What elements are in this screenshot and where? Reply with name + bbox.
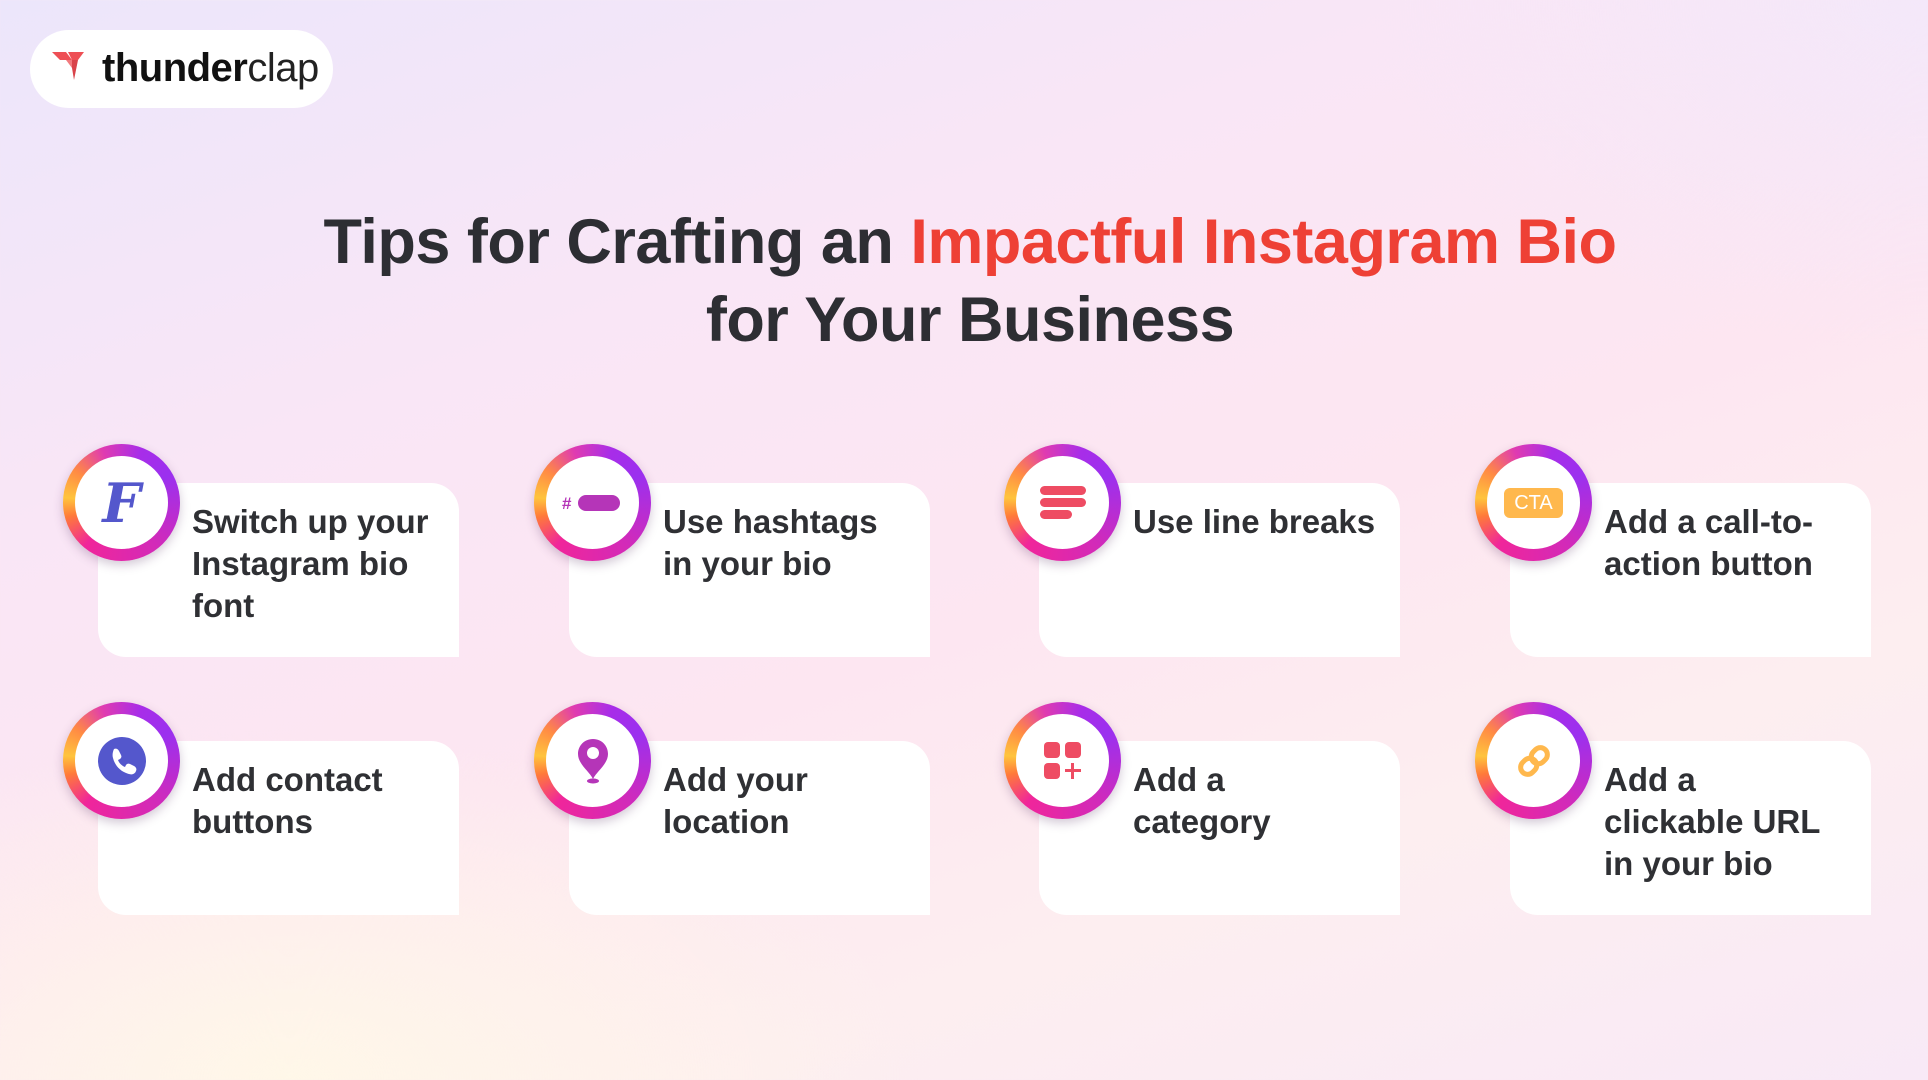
category-grid-icon (1043, 741, 1081, 779)
font-icon: F (102, 470, 141, 535)
svg-text:#: # (562, 494, 572, 513)
tip-icon-badge: F (63, 444, 180, 561)
brand-logo: thunderclap (30, 30, 333, 108)
title-line1-prefix: Tips for Crafting an (323, 207, 911, 277)
phone-icon (97, 736, 146, 785)
thunderclap-logo-icon (52, 52, 84, 80)
title-line2: for Your Business (705, 285, 1235, 355)
brand-name-light: clap (247, 46, 319, 90)
tip-icon-badge (1475, 702, 1592, 819)
tip-label: Use hashtags in your bio (663, 503, 878, 582)
tip-icon-badge (534, 702, 651, 819)
brand-wordmark: thunderclap (102, 44, 319, 92)
tip-label: Add your location (663, 761, 808, 840)
page-title: Tips for Crafting an Impactful Instagram… (0, 203, 1928, 359)
tip-icon-badge: # (534, 444, 651, 561)
link-icon (1517, 744, 1550, 777)
tip-icon-badge: CTA (1475, 444, 1592, 561)
tip-icon-badge (1004, 702, 1121, 819)
title-accent: Impactful Instagram Bio (910, 207, 1617, 277)
brand-name-bold: thunder (102, 46, 248, 90)
location-pin-icon (577, 738, 608, 783)
tip-label: Switch up your Instagram bio font (192, 503, 429, 624)
cta-icon: CTA (1504, 487, 1563, 518)
tip-icon-badge (63, 702, 180, 819)
line-breaks-icon (1039, 485, 1086, 519)
tip-label: Add a call-to-action button (1604, 503, 1814, 582)
tip-icon-badge (1004, 444, 1121, 561)
hashtag-icon: # (562, 494, 620, 513)
tip-label: Add a category (1133, 761, 1271, 840)
tip-label: Add contact buttons (192, 761, 383, 840)
tip-label: Add a clickable URL in your bio (1604, 761, 1820, 882)
tip-label: Use line breaks (1133, 503, 1376, 540)
